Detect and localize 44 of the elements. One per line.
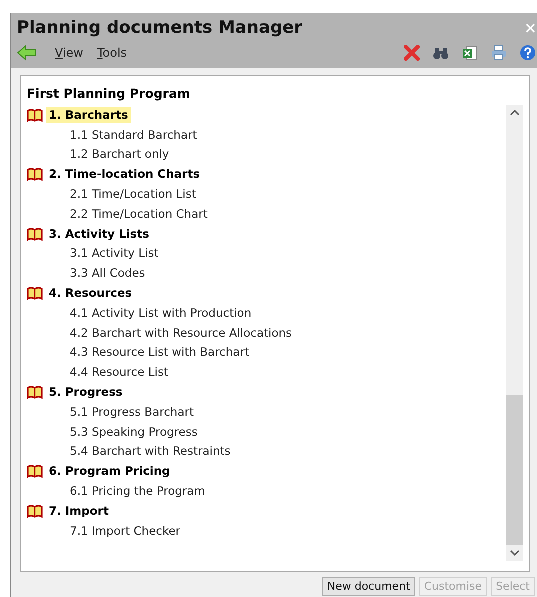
book-icon [27, 385, 43, 400]
tree-item[interactable]: 1. Barcharts [46, 106, 132, 123]
book-icon [27, 464, 43, 478]
tree-item[interactable]: 4.1 Activity List with Production [70, 304, 252, 321]
delete-icon[interactable] [404, 45, 420, 61]
program-title: First Planning Program [27, 86, 192, 101]
tree-item[interactable]: 5.3 Speaking Progress [70, 424, 198, 440]
book-icon [27, 504, 43, 518]
tree-item[interactable]: 3.3 All Codes [70, 265, 146, 282]
tree-item[interactable]: 5.4 Barchart with Restraints [70, 443, 231, 460]
tree-item[interactable]: 6.1 Pricing the Program [70, 483, 206, 500]
tree-item[interactable]: 5.1 Progress Barchart [70, 404, 194, 420]
tree-item[interactable]: 7. Import [46, 502, 112, 519]
book-icon [27, 167, 43, 182]
scroll-down-icon[interactable] [510, 550, 520, 556]
tree-item[interactable]: 4.2 Barchart with Resource Allocations [70, 324, 292, 341]
tree-item[interactable]: 2.2 Time/Location Chart [70, 206, 208, 222]
tree-item[interactable]: 2. Time-location Charts [46, 166, 204, 182]
window-title: Planning documents Manager [17, 18, 304, 38]
scrollbar[interactable] [506, 105, 523, 561]
tree-item[interactable]: 5. Progress [46, 384, 126, 400]
menu-item[interactable]: View [55, 46, 84, 60]
help-icon[interactable] [520, 45, 536, 61]
tree-item[interactable]: 1.2 Barchart only [70, 146, 170, 162]
menu-item[interactable]: Tools [97, 46, 128, 60]
tree-item[interactable]: 4. Resources [46, 285, 136, 302]
book-icon [27, 286, 43, 300]
tree-item[interactable]: 3.1 Activity List [70, 245, 159, 262]
spreadsheet-icon[interactable] [462, 45, 478, 61]
tree-item[interactable]: 1.1 Standard Barchart [70, 126, 198, 143]
print-icon[interactable] [491, 45, 507, 61]
tree-item[interactable]: 6. Program Pricing [46, 463, 174, 480]
binoculars-icon[interactable] [433, 45, 449, 61]
tree-item[interactable]: 4.3 Resource List with Barchart [70, 344, 250, 360]
dialog-button[interactable]: New document [322, 577, 416, 596]
tree-item[interactable]: 7.1 Import Checker [70, 522, 181, 539]
scroll-thumb[interactable] [506, 395, 523, 545]
back-arrow-icon[interactable] [17, 45, 37, 61]
tree-item[interactable]: 3. Activity Lists [46, 226, 152, 242]
book-icon [27, 226, 43, 241]
book-icon [27, 108, 43, 122]
scroll-up-icon[interactable] [510, 110, 520, 116]
tree-item[interactable]: 4.4 Resource List [70, 364, 168, 380]
tree-item[interactable]: 2.1 Time/Location List [70, 186, 196, 202]
